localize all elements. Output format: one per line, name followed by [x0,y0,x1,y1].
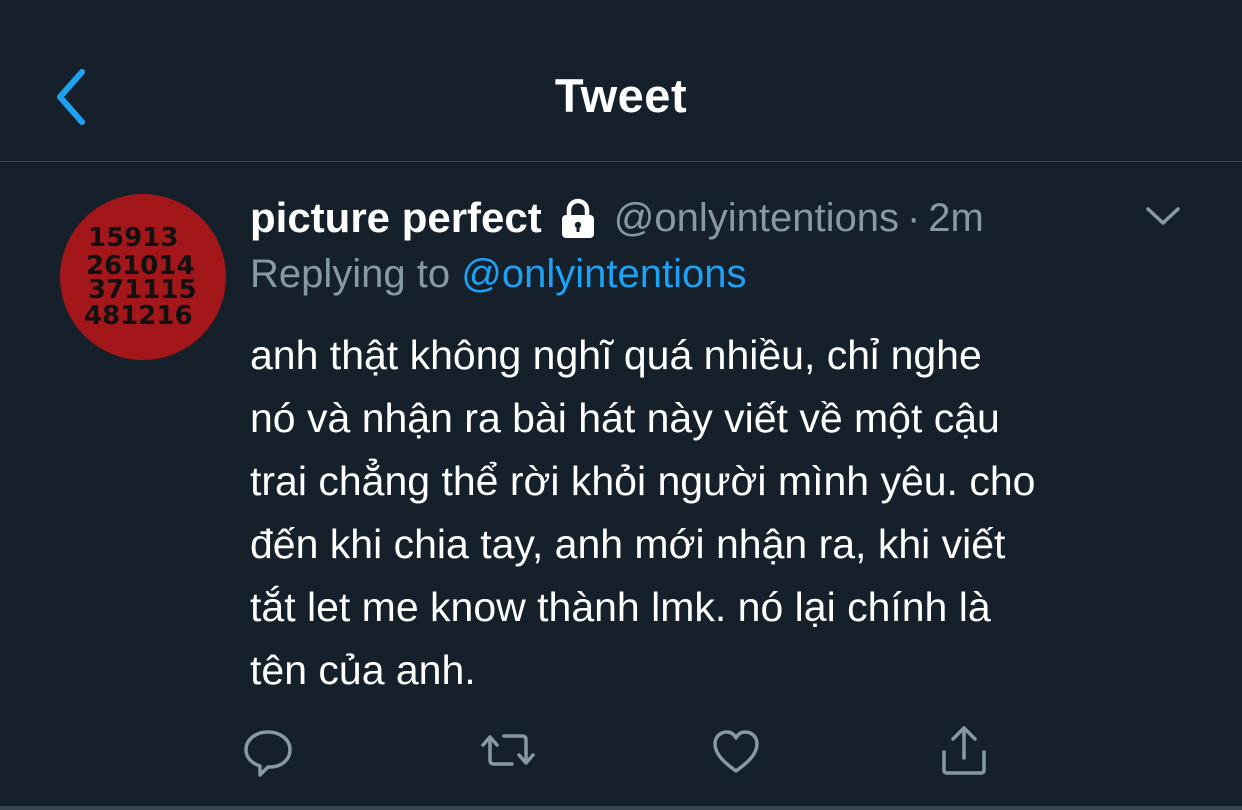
tweet-text-line: trai chẳng thể rời khỏi người mình yêu. … [250,458,1036,504]
tweet-text-line: tên của anh. [250,647,476,693]
avatar-row-4: 481216 [84,301,193,331]
timestamp[interactable]: 2m [928,196,984,241]
share-button[interactable] [934,720,994,780]
replying-to-line: Replying to @onlyintentions [250,252,746,297]
reply-icon [244,730,292,777]
display-name[interactable]: picture perfect [250,194,542,242]
separator-dot: · [906,195,921,240]
chevron-down-icon [1146,207,1180,225]
more-options-button[interactable] [1142,200,1184,230]
replying-to-handle[interactable]: @onlyintentions [461,252,746,296]
tweet-text-line: đến khi chia tay, anh mới nhận ra, khi v… [250,521,1006,567]
user-handle[interactable]: @onlyintentions [614,196,899,241]
tweet-header: picture perfect @onlyintentions · 2m [250,190,984,246]
share-icon [942,726,986,775]
top-bar: Tweet [0,0,1242,162]
page-title: Tweet [554,69,688,122]
tweet-text-line: anh thật không nghĩ quá nhiều, chỉ nghe [250,332,982,378]
divider [0,806,1242,810]
like-button[interactable] [706,720,766,780]
tweet-text-line: tắt let me know thành lmk. nó lại chính … [250,584,991,630]
retweet-button[interactable] [478,720,538,780]
lock-icon [556,196,600,240]
tweet-actions [238,720,1038,780]
heart-icon [713,730,759,773]
tweet-text-line: nó và nhận ra bài hát này viết về một cậ… [250,395,1000,441]
avatar-row-1: 15913 [88,223,178,253]
retweet-icon [481,734,535,766]
avatar[interactable]: 15913 261014 371115 481216 [60,194,226,360]
avatar-image: 15913 261014 371115 481216 [84,223,197,331]
replying-to-label: Replying to [250,252,451,296]
tweet-text: anh thật không nghĩ quá nhiều, chỉ nghe … [250,324,1210,702]
reply-button[interactable] [238,720,298,780]
